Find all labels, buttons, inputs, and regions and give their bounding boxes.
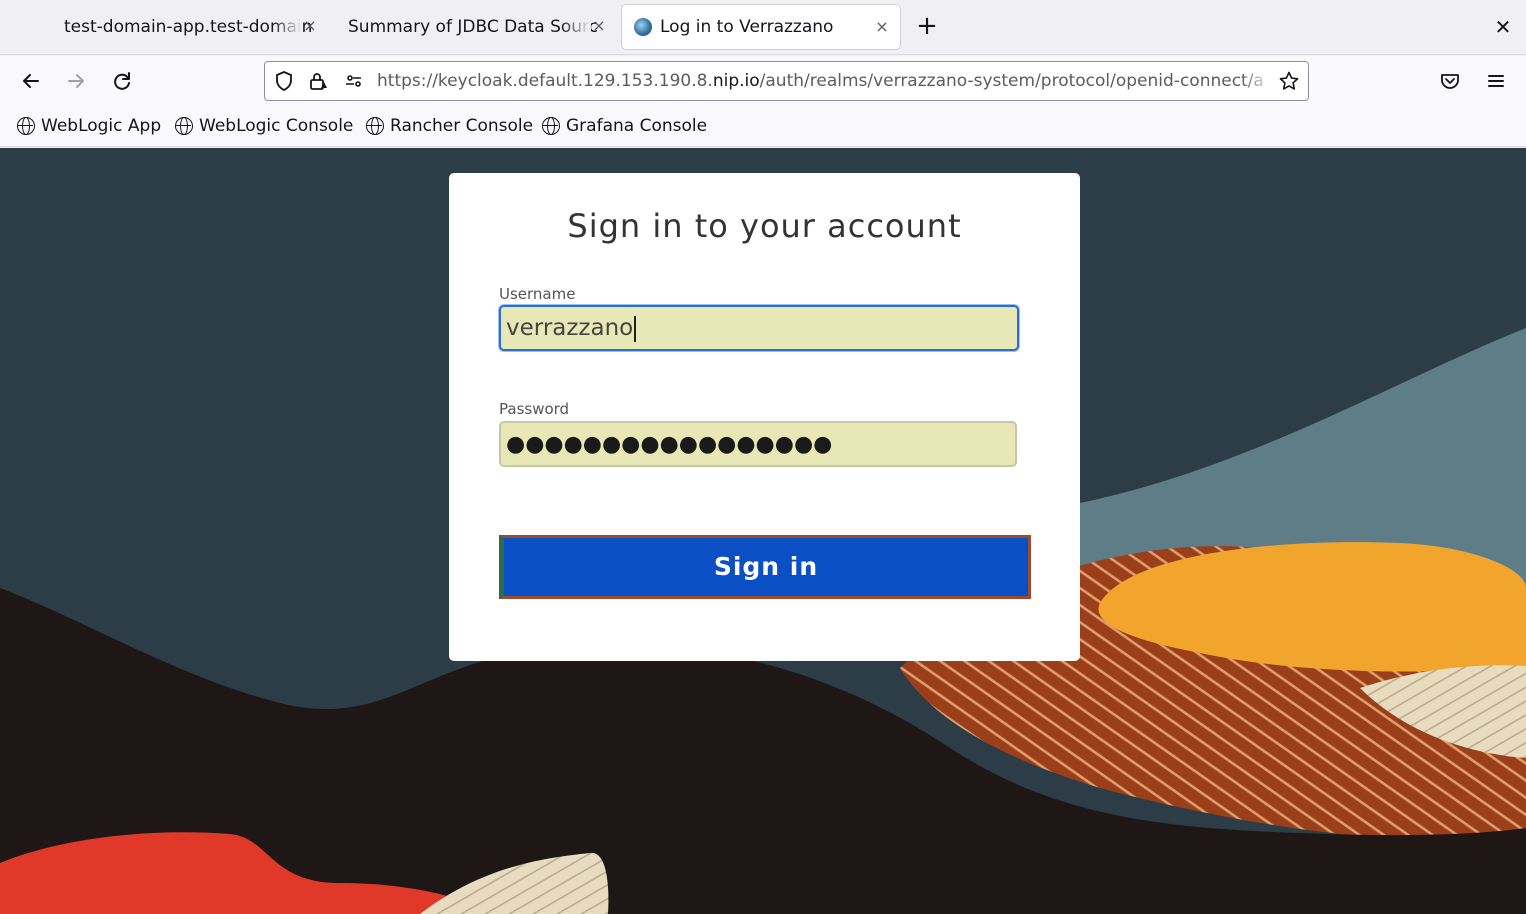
bookmark-grafana-console[interactable]: Grafana Console	[542, 115, 707, 137]
password-mask: ●●●●●●●●●●●●●●●●●	[506, 432, 833, 457]
tab-title-fade	[272, 4, 302, 50]
insecure-lock-icon[interactable]	[307, 70, 329, 92]
text-caret	[634, 315, 637, 342]
url-prefix: https://keycloak.default.129.153.190.8.	[377, 71, 713, 91]
permissions-icon[interactable]	[343, 70, 365, 92]
tab-test-domain-app[interactable]: test-domain-app.test-domain ×	[48, 4, 328, 50]
pocket-icon[interactable]	[1435, 66, 1465, 96]
new-tab-button[interactable]: +	[912, 12, 942, 42]
globe-icon	[175, 117, 193, 135]
login-heading: Sign in to your account	[567, 207, 962, 245]
globe-icon	[542, 117, 560, 135]
tab-title: Log in to Verrazzano	[660, 17, 834, 37]
tab-close-icon[interactable]: ×	[589, 16, 609, 36]
tab-jdbc-summary[interactable]: Summary of JDBC Data Sourc ×	[332, 4, 617, 50]
tab-close-icon[interactable]: ×	[872, 17, 892, 37]
address-bar[interactable]: https://keycloak.default.129.153.190.8.n…	[264, 61, 1309, 101]
hamburger-menu-icon[interactable]	[1481, 66, 1511, 96]
sign-in-button[interactable]: Sign in	[499, 535, 1031, 599]
verrazzano-favicon-icon	[634, 18, 652, 36]
bookmark-weblogic-console[interactable]: WebLogic Console	[175, 115, 353, 137]
username-input[interactable]: verrazzano	[499, 305, 1019, 351]
url-fade	[1242, 71, 1272, 93]
bookmark-rancher-console[interactable]: Rancher Console	[366, 115, 533, 137]
bookmark-star-icon[interactable]	[1278, 70, 1300, 92]
bookmark-label: Grafana Console	[566, 116, 708, 136]
password-input[interactable]: ●●●●●●●●●●●●●●●●●	[499, 421, 1017, 467]
bookmarks-toolbar: WebLogic App WebLogic Console Rancher Co…	[0, 106, 1526, 147]
url-text[interactable]: https://keycloak.default.129.153.190.8.n…	[377, 71, 1272, 93]
window-close-button[interactable]: ✕	[1490, 14, 1516, 40]
login-card: Sign in to your account Username verrazz…	[449, 173, 1080, 661]
globe-icon	[17, 117, 35, 135]
tab-close-icon[interactable]: ×	[300, 16, 320, 36]
bookmark-label: Rancher Console	[390, 116, 534, 136]
tab-login-verrazzano[interactable]: Log in to Verrazzano ×	[621, 4, 901, 50]
bookmark-label: WebLogic App	[41, 116, 162, 136]
url-domain: nip.io	[712, 71, 760, 91]
tab-strip: test-domain-app.test-domain × Summary of…	[0, 0, 1526, 55]
tab-title-fade	[561, 4, 591, 50]
reload-icon[interactable]	[107, 66, 137, 96]
shield-icon[interactable]	[273, 70, 295, 92]
username-label: Username	[499, 285, 576, 303]
username-value: verrazzano	[506, 315, 634, 341]
forward-arrow-icon[interactable]	[61, 66, 91, 96]
back-arrow-icon[interactable]	[16, 66, 46, 96]
bookmark-weblogic-app[interactable]: WebLogic App	[17, 115, 161, 137]
globe-icon	[366, 117, 384, 135]
bookmark-label: WebLogic Console	[199, 116, 354, 136]
navigation-toolbar: https://keycloak.default.129.153.190.8.n…	[0, 56, 1526, 106]
url-suffix: /auth/realms/verrazzano-system/protocol/…	[759, 71, 1264, 91]
login-page: Sign in to your account Username verrazz…	[0, 148, 1526, 914]
password-label: Password	[499, 400, 570, 418]
